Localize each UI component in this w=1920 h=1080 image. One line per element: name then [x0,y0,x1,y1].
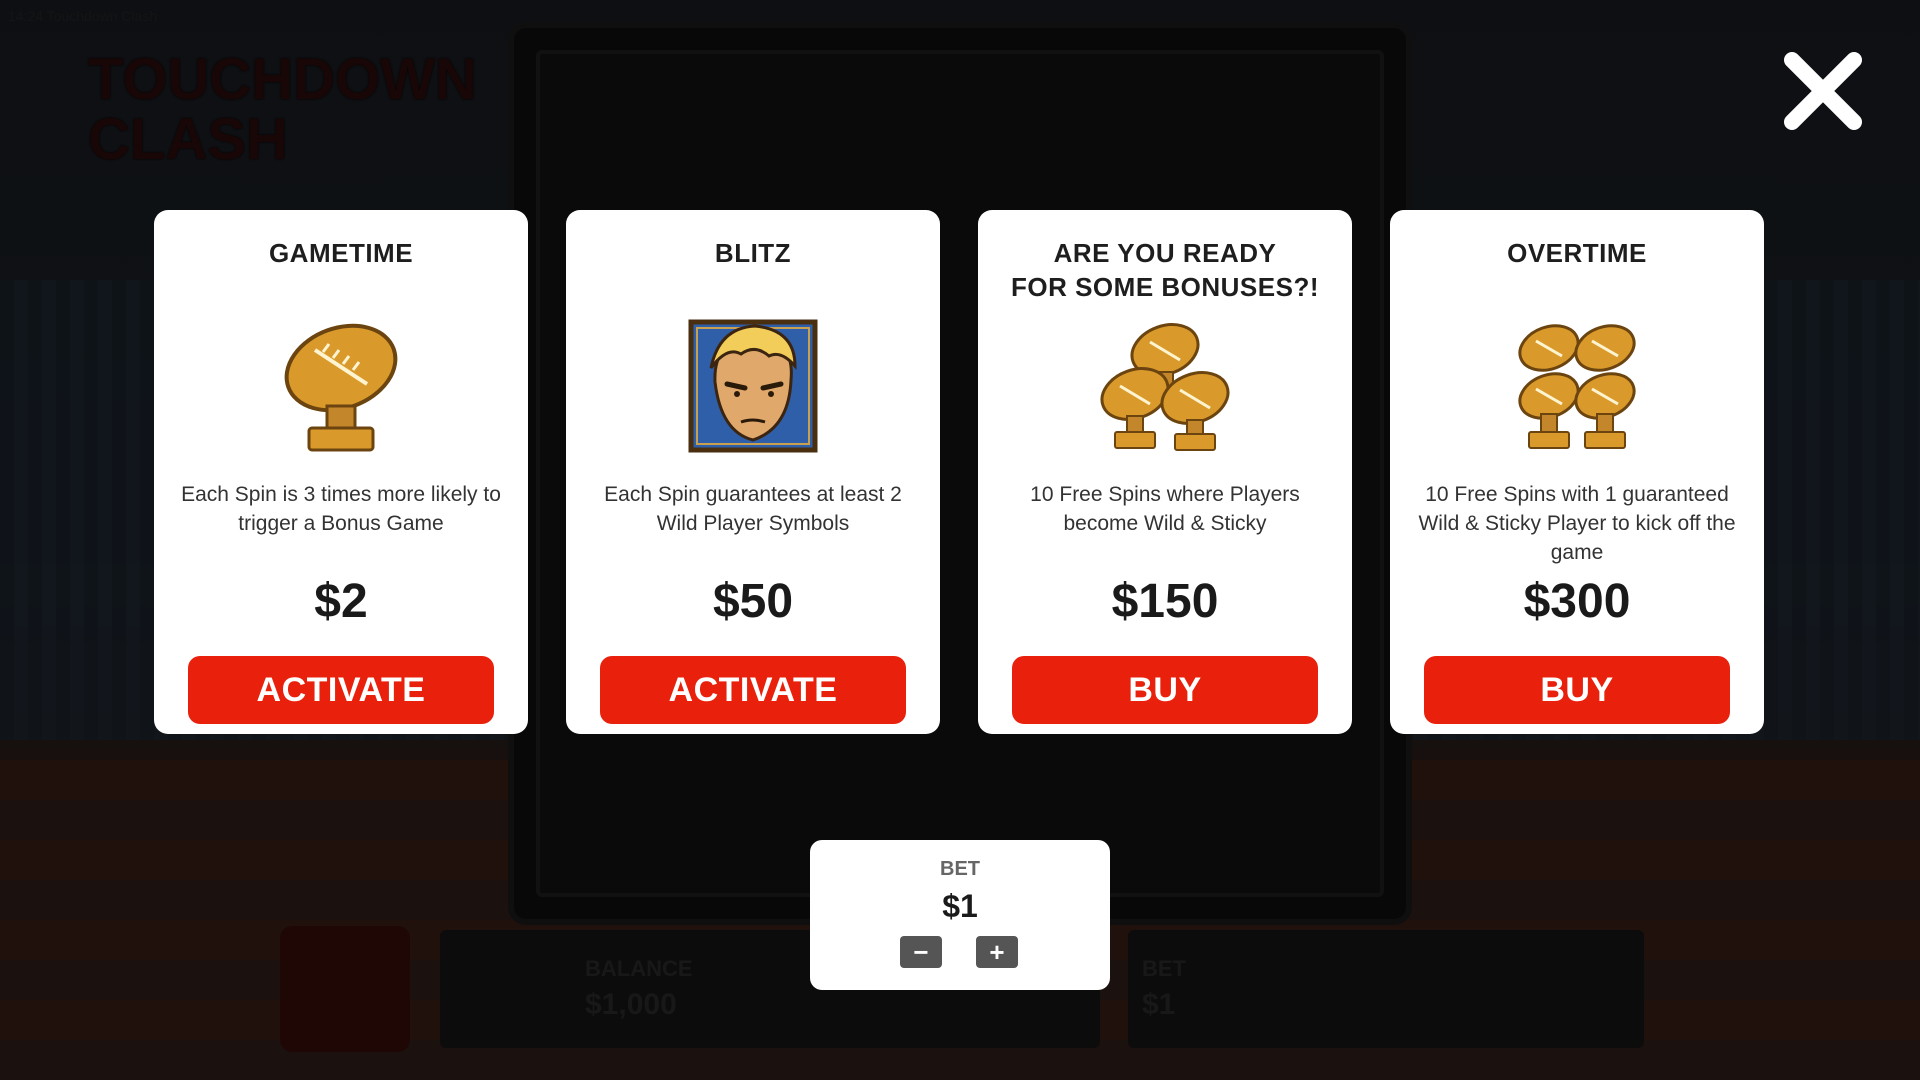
player-portrait-icon [683,310,823,460]
decrease-bet-button[interactable]: − [900,936,942,968]
card-title: GAMETIME [268,238,414,268]
bet-value: $1 [942,888,978,924]
buy-bonuses-button[interactable]: BUY [1012,656,1318,724]
card-title: ARE YOU READY FOR SOME BONUSES?! [1010,238,1319,302]
card-title: OVERTIME [1507,238,1647,268]
card-description: Each Spin guarantees at least 2 Wild Pla… [604,483,902,535]
four-trophies-icon [1507,310,1647,460]
card-price: $300 [1523,575,1631,628]
feature-card-gametime: GAMETIME Each Spin is 3 times more likel… [154,210,528,734]
activate-blitz-button[interactable]: ACTIVATE [600,656,906,724]
card-price: $50 [712,575,794,628]
close-button[interactable] [1780,48,1866,134]
bet-panel: BET $1 − + [810,840,1110,990]
feature-card-blitz: BLITZ Each Spin guarantees at least 2 Wi… [566,210,940,734]
feature-card-bonuses: ARE YOU READY FOR SOME BONUSES?! 10 Free [978,210,1352,734]
buy-overtime-button[interactable]: BUY [1424,656,1730,724]
feature-card-overtime: OVERTIME 10 Free Spins with 1 guaranteed… [1390,210,1764,734]
card-description: 10 Free Spins with 1 guaranteed Wild & S… [1418,483,1736,564]
trophy-icon [271,310,411,460]
card-description: Each Spin is 3 times more likely to trig… [181,483,501,535]
bet-label: BET [940,858,980,880]
card-price: $2 [314,575,368,628]
close-icon [1784,52,1862,130]
card-title: BLITZ [714,238,792,268]
card-description: 10 Free Spins where Players become Wild … [1030,483,1300,535]
activate-gametime-button[interactable]: ACTIVATE [188,656,494,724]
three-trophies-icon [1095,310,1235,460]
card-price: $150 [1111,575,1219,628]
increase-bet-button[interactable]: + [976,936,1018,968]
